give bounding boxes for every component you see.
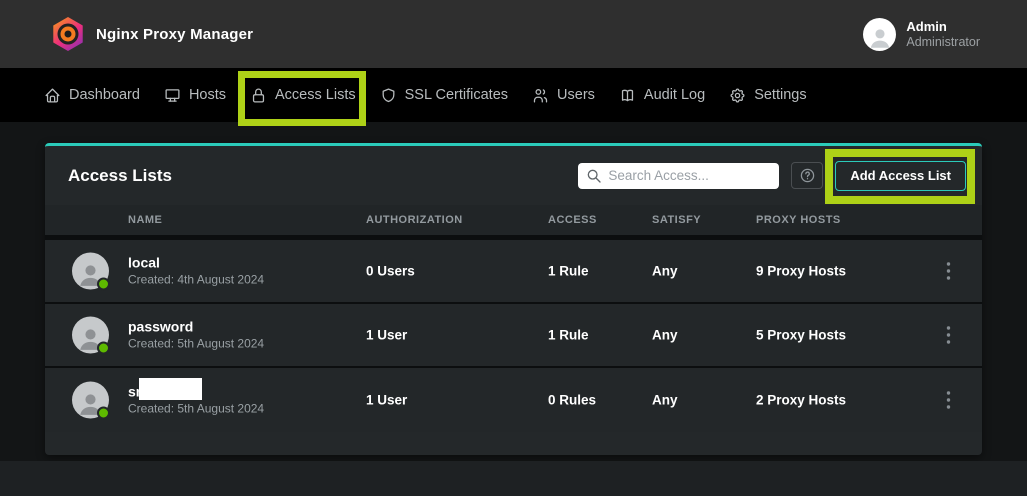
user-role: Administrator: [906, 35, 980, 50]
column-header-authorization: AUTHORIZATION: [366, 214, 463, 226]
add-access-list-highlight: Add Access List: [835, 161, 966, 191]
access-cell: 1 Rule: [548, 264, 589, 279]
access-cell: 1 Rule: [548, 328, 589, 343]
home-icon: [44, 87, 61, 104]
monitor-icon: [164, 87, 181, 104]
search-input[interactable]: [578, 163, 779, 189]
column-header-satisfy: SATISFY: [652, 214, 701, 226]
nav-label: Access Lists: [275, 87, 356, 103]
name-cell: local Created: 4th August 2024: [128, 254, 264, 289]
users-icon: [532, 87, 549, 104]
page-footer-area: [0, 461, 1027, 496]
help-circle-icon: [799, 167, 816, 184]
dots-vertical-icon: [946, 326, 951, 344]
name-cell: password Created: 5th August 2024: [128, 318, 264, 353]
row-menu-button[interactable]: [942, 322, 955, 348]
proxy-hosts-cell: 2 Proxy Hosts: [756, 393, 846, 408]
nav-item-audit-log[interactable]: Audit Log: [619, 87, 705, 104]
row-menu-button[interactable]: [942, 258, 955, 284]
nav-item-settings[interactable]: Settings: [729, 87, 806, 104]
status-online-dot: [97, 342, 110, 355]
created-date: Created: 5th August 2024: [128, 336, 264, 353]
table-row[interactable]: sn Created: 5th August 2024 1 User 0 Rul…: [45, 368, 982, 432]
nav-item-dashboard[interactable]: Dashboard: [44, 87, 140, 104]
access-lists-panel: Access Lists Add Access List NAME AUTHOR…: [45, 143, 982, 455]
table-row[interactable]: password Created: 5th August 2024 1 User…: [45, 304, 982, 368]
user-name: Admin: [906, 19, 980, 35]
authorization-cell: 1 User: [366, 328, 407, 343]
authorization-cell: 0 Users: [366, 264, 415, 279]
status-online-dot: [97, 407, 110, 420]
nav-item-ssl-certificates[interactable]: SSL Certificates: [380, 87, 508, 104]
access-cell: 0 Rules: [548, 393, 596, 408]
app-logo-icon: [52, 17, 84, 51]
row-menu-button[interactable]: [942, 387, 955, 413]
nav-item-access-lists[interactable]: Access Lists: [250, 87, 356, 104]
add-access-list-button[interactable]: Add Access List: [835, 161, 966, 191]
column-header-name: NAME: [128, 214, 162, 226]
gear-icon: [729, 87, 746, 104]
book-icon: [619, 87, 636, 104]
nav-item-hosts[interactable]: Hosts: [164, 87, 226, 104]
dots-vertical-icon: [946, 262, 951, 280]
proxy-hosts-cell: 9 Proxy Hosts: [756, 264, 846, 279]
satisfy-cell: Any: [652, 328, 678, 343]
status-online-dot: [97, 278, 110, 291]
authorization-cell: 1 User: [366, 393, 407, 408]
nginx-proxy-manager-app: Nginx Proxy Manager Admin Administrator …: [0, 0, 1027, 496]
search-box: [578, 163, 779, 189]
access-list-name: local: [128, 254, 264, 272]
column-header-access: ACCESS: [548, 214, 597, 226]
panel-header: Access Lists Add Access List: [45, 146, 982, 205]
row-avatar: [72, 382, 109, 419]
user-menu[interactable]: Admin Administrator: [863, 18, 980, 51]
app-title: Nginx Proxy Manager: [96, 26, 253, 43]
nav-label: Settings: [754, 87, 806, 103]
redaction-box: [139, 378, 202, 400]
person-icon: [867, 25, 893, 51]
app-header: Nginx Proxy Manager Admin Administrator: [0, 0, 1027, 68]
nav-label: Dashboard: [69, 87, 140, 103]
nav-label: Audit Log: [644, 87, 705, 103]
nav-item-users[interactable]: Users: [532, 87, 595, 104]
row-avatar: [72, 253, 109, 290]
created-date: Created: 4th August 2024: [128, 272, 264, 289]
shield-icon: [380, 87, 397, 104]
nav-label: SSL Certificates: [405, 87, 508, 103]
column-header-proxy-hosts: PROXY HOSTS: [756, 214, 841, 226]
table-header-row: NAME AUTHORIZATION ACCESS SATISFY PROXY …: [45, 205, 982, 240]
proxy-hosts-cell: 5 Proxy Hosts: [756, 328, 846, 343]
row-avatar: [72, 317, 109, 354]
panel-title: Access Lists: [68, 166, 578, 186]
nav-label: Hosts: [189, 87, 226, 103]
created-date: Created: 5th August 2024: [128, 401, 264, 418]
satisfy-cell: Any: [652, 393, 678, 408]
satisfy-cell: Any: [652, 264, 678, 279]
nav-label: Users: [557, 87, 595, 103]
user-avatar: [863, 18, 896, 51]
help-button[interactable]: [791, 162, 823, 189]
search-icon: [586, 168, 602, 184]
lock-icon: [250, 87, 267, 104]
access-list-name: password: [128, 318, 264, 336]
main-nav: Dashboard Hosts Access Lists SSL Certifi…: [0, 68, 1027, 122]
panel-controls: Add Access List: [578, 161, 966, 191]
dots-vertical-icon: [946, 391, 951, 409]
table-row[interactable]: local Created: 4th August 2024 0 Users 1…: [45, 240, 982, 304]
